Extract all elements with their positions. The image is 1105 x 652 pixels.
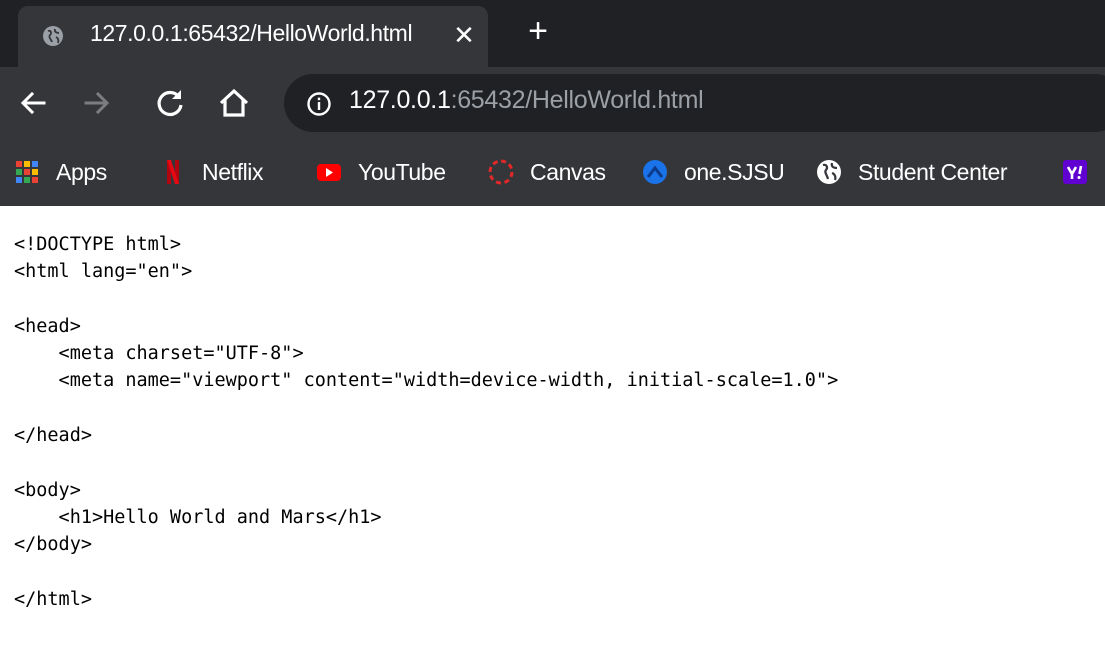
canvas-icon — [488, 159, 514, 185]
bookmark-netflix[interactable]: Netflix — [160, 156, 264, 188]
forward-arrow-icon[interactable] — [76, 83, 116, 123]
netflix-icon — [167, 160, 179, 184]
home-icon[interactable] — [214, 83, 254, 123]
globe-icon — [817, 160, 841, 184]
bookmark-yahoo[interactable] — [1062, 156, 1104, 188]
bookmark-apps[interactable]: Apps — [14, 156, 107, 188]
bookmark-label: YouTube — [358, 158, 446, 185]
reload-icon[interactable] — [150, 83, 190, 123]
globe-favicon-icon — [43, 26, 63, 46]
bookmark-label: Student Center — [858, 158, 1008, 185]
apps-grid-icon — [16, 161, 38, 183]
youtube-icon — [317, 164, 341, 181]
browser-chrome: 127.0.0.1:65432/HelloWorld.html ✕ + 127.… — [0, 0, 1105, 206]
bookmark-student-center[interactable]: Student Center — [816, 156, 1008, 188]
info-icon[interactable] — [306, 91, 332, 117]
url-text: 127.0.0.1:65432/HelloWorld.html — [349, 86, 704, 115]
onesjsu-icon — [643, 160, 667, 184]
back-arrow-icon[interactable] — [14, 83, 54, 123]
bookmark-label: Canvas — [530, 158, 606, 185]
bookmark-label: Netflix — [202, 158, 264, 185]
url-host: 127.0.0.1 — [349, 86, 451, 114]
yahoo-icon — [1063, 160, 1087, 184]
tab-close-icon[interactable]: ✕ — [450, 21, 478, 49]
bookmark-label: Apps — [56, 158, 107, 185]
new-tab-button[interactable]: + — [522, 14, 554, 48]
bookmark-label: one.SJSU — [684, 158, 785, 185]
tab-strip: 127.0.0.1:65432/HelloWorld.html ✕ + — [0, 0, 1105, 67]
bookmark-canvas[interactable]: Canvas — [486, 156, 606, 188]
url-path: :65432/HelloWorld.html — [450, 86, 704, 114]
bookmark-youtube[interactable]: YouTube — [316, 156, 446, 188]
page-source-text: <!DOCTYPE html> <html lang="en"> <head> … — [14, 234, 839, 610]
address-bar[interactable]: 127.0.0.1:65432/HelloWorld.html — [284, 74, 1105, 132]
toolbar: 127.0.0.1:65432/HelloWorld.html — [0, 67, 1105, 139]
bookmark-one-sjsu[interactable]: one.SJSU — [642, 156, 785, 188]
tab-title: 127.0.0.1:65432/HelloWorld.html — [90, 20, 413, 46]
bookmarks-bar: Apps Netflix YouTube Canvas one.SJSU Stu… — [0, 139, 1105, 206]
browser-tab[interactable]: 127.0.0.1:65432/HelloWorld.html ✕ — [18, 6, 488, 67]
